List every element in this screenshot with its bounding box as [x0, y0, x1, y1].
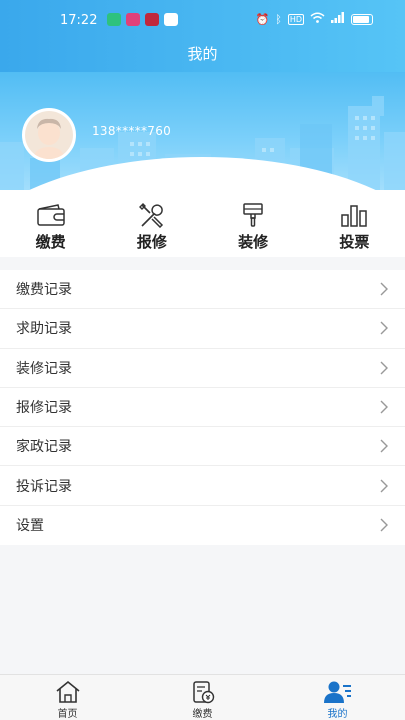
notification-icons: [107, 13, 178, 26]
title-bar: 我的: [0, 40, 405, 72]
chevron-right-icon: [380, 361, 388, 375]
tools-icon: [136, 201, 168, 229]
tab-label: 我的: [327, 709, 348, 720]
wallet-icon: [35, 201, 67, 229]
status-time: 17:22: [60, 13, 98, 28]
bottom-tab-bar: 首页 缴费 我的: [0, 674, 405, 720]
tab-home[interactable]: 首页: [0, 675, 135, 720]
bar-chart-icon: [338, 201, 370, 229]
cell-signal-icon: [331, 12, 345, 26]
quick-nav-label: 报修: [136, 233, 167, 251]
page-title: 我的: [187, 45, 218, 63]
menu-item-label: 缴费记录: [16, 282, 72, 299]
profile-header: 138*****760: [0, 72, 405, 197]
menu-item-complaint-records[interactable]: 投诉记录: [0, 466, 405, 506]
home-icon: [54, 679, 82, 705]
status-bar: 17:22 ⏰ ᛒ HD: [0, 0, 405, 40]
bluetooth-icon: ᛒ: [275, 12, 282, 26]
avatar-face-icon: [25, 111, 73, 159]
menu-item-label: 设置: [16, 518, 44, 535]
quick-nav-vote[interactable]: 投票: [304, 190, 405, 257]
quick-nav-label: 装修: [238, 233, 269, 251]
menu-item-settings[interactable]: 设置: [0, 506, 405, 545]
quick-nav: 缴费 报修 装修 投票: [0, 190, 405, 257]
notification-app-icon: [126, 13, 140, 26]
notification-app-icon: [164, 13, 178, 26]
quick-nav-label: 缴费: [35, 233, 66, 251]
notification-app-icon: [107, 13, 121, 26]
system-icons: ⏰ ᛒ HD: [255, 12, 373, 26]
user-phone: 138*****760: [92, 124, 172, 138]
battery-icon: [351, 13, 373, 25]
menu-item-renovation-records[interactable]: 装修记录: [0, 349, 405, 388]
menu-item-payment-records[interactable]: 缴费记录: [0, 270, 405, 310]
alarm-icon: ⏰: [255, 12, 270, 26]
menu-item-label: 装修记录: [16, 360, 72, 377]
tab-payment[interactable]: 缴费: [135, 675, 270, 720]
chevron-right-icon: [380, 518, 388, 532]
quick-nav-renovation[interactable]: 装修: [203, 190, 304, 257]
chevron-right-icon: [380, 479, 388, 493]
tab-label: 首页: [57, 709, 78, 720]
quick-nav-label: 投票: [339, 233, 370, 251]
notification-app-icon: [145, 13, 159, 26]
paint-brush-icon: [237, 201, 269, 229]
quick-nav-repair[interactable]: 报修: [101, 190, 202, 257]
menu-item-housekeeping-records[interactable]: 家政记录: [0, 427, 405, 467]
payment-bill-icon: [189, 679, 217, 705]
menu-item-help-records[interactable]: 求助记录: [0, 309, 405, 349]
menu-item-repair-records[interactable]: 报修记录: [0, 388, 405, 428]
quick-nav-payment[interactable]: 缴费: [0, 190, 101, 257]
menu-item-label: 家政记录: [16, 439, 72, 456]
tab-mine[interactable]: 我的: [270, 675, 405, 720]
chevron-right-icon: [380, 400, 388, 414]
chevron-right-icon: [380, 282, 388, 296]
hd-label: HD: [287, 13, 304, 25]
menu-item-label: 求助记录: [16, 321, 72, 338]
user-profile-icon: [323, 679, 352, 705]
menu-item-label: 投诉记录: [16, 478, 72, 495]
chevron-right-icon: [380, 439, 388, 453]
wifi-icon: [310, 12, 325, 26]
menu-list: 缴费记录 求助记录 装修记录 报修记录 家政记录 投诉记录 设置: [0, 270, 405, 546]
chevron-right-icon: [380, 321, 388, 335]
avatar[interactable]: [22, 108, 76, 162]
tab-label: 缴费: [192, 709, 213, 720]
menu-item-label: 报修记录: [16, 400, 72, 417]
